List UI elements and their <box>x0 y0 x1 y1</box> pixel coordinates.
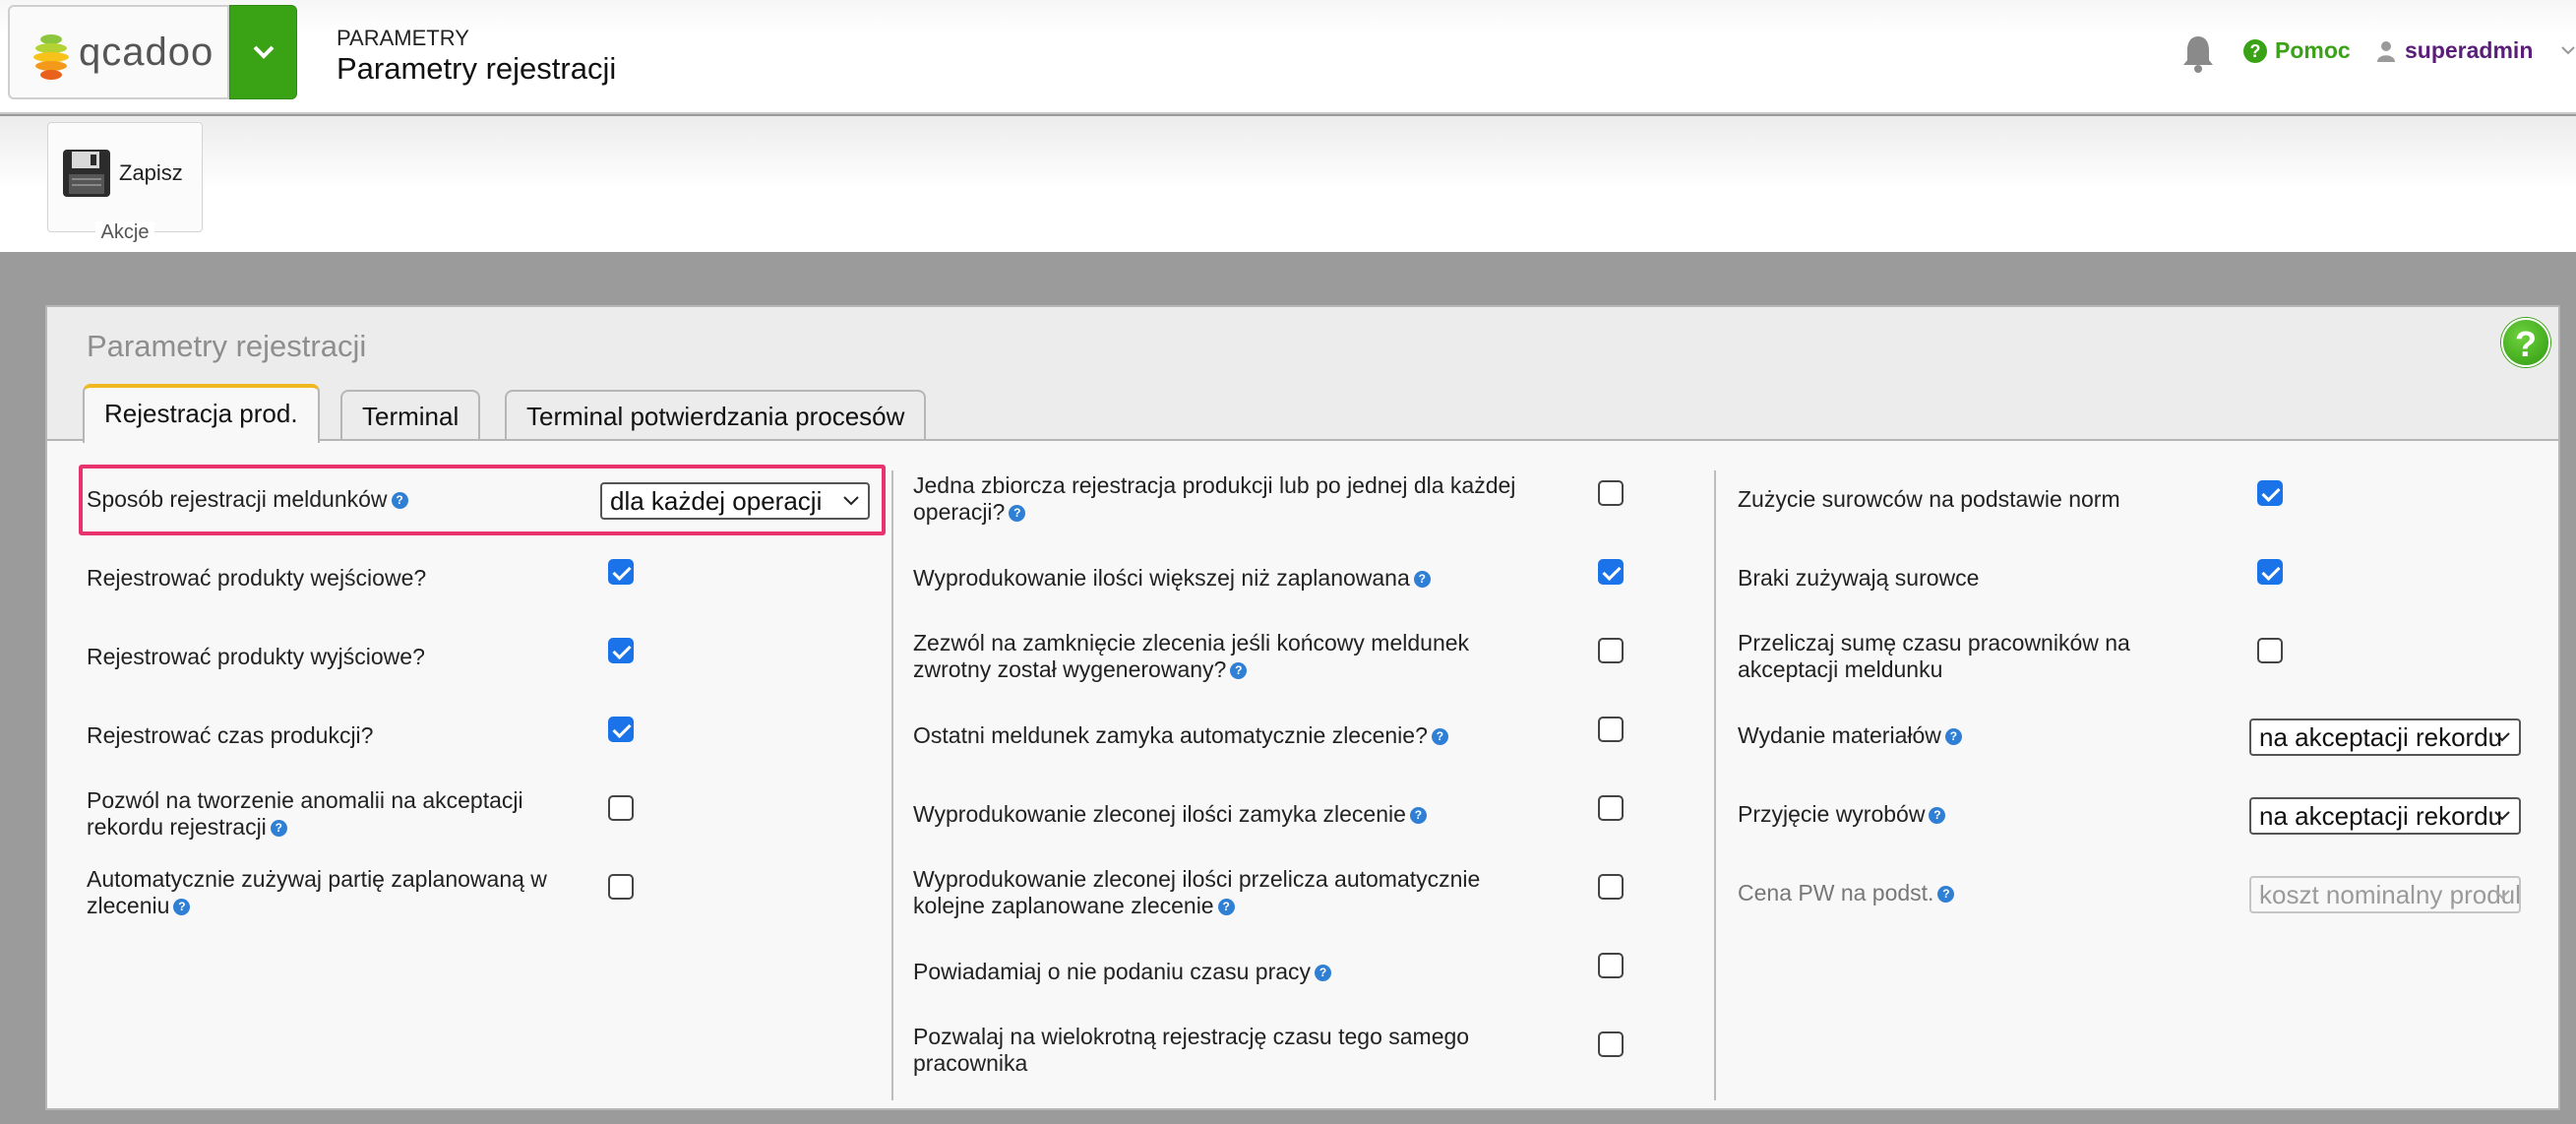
field-label: Jedna zbiorcza rejestracja produkcji lub… <box>913 472 1516 525</box>
chevron-down-icon <box>2494 732 2510 742</box>
help-icon[interactable]: ? <box>1413 571 1431 589</box>
field-label: Wyprodukowanie zleconej ilości zamyka zl… <box>913 801 1427 828</box>
tab-rejestracja-prod[interactable]: Rejestracja prod. <box>83 384 320 443</box>
allow-anomalies-checkbox[interactable] <box>608 795 634 821</box>
form-panel: Parametry rejestracji ? Rejestracja prod… <box>45 305 2560 1110</box>
logo[interactable]: qcadoo <box>8 5 229 99</box>
field-label: Rejestrować czas produkcji? <box>87 722 374 748</box>
floppy-disk-icon <box>63 150 110 197</box>
help-icon[interactable]: ? <box>1431 728 1448 746</box>
actions-group: Zapisz Akcje <box>47 122 203 243</box>
save-button[interactable]: Zapisz <box>62 149 183 198</box>
help-icon[interactable]: ? <box>173 899 191 916</box>
help-icon[interactable]: ? <box>1217 899 1235 916</box>
page-title: Parametry rejestracji <box>337 51 617 86</box>
field-label: Pozwól na tworzenie anomalii na akceptac… <box>87 787 523 840</box>
waste-consumes-materials-checkbox[interactable] <box>2257 559 2283 585</box>
chevron-down-icon <box>843 496 859 506</box>
breadcrumb-section: PARAMETRY <box>337 26 469 50</box>
material-issue-select[interactable]: na akceptacji rekordu <box>2249 718 2521 756</box>
auto-consume-batch-checkbox[interactable] <box>608 874 634 900</box>
column-divider <box>1714 470 1716 1100</box>
field-label: Zużycie surowców na podstawie norm <box>1738 486 2120 512</box>
help-icon[interactable]: ? <box>1009 505 1026 523</box>
field-label: Wyprodukowanie zleconej ilości przelicza… <box>913 866 1481 918</box>
chevron-down-icon <box>253 45 275 59</box>
chevron-down-icon <box>2494 811 2510 821</box>
user-menu[interactable]: superadmin <box>2377 37 2533 64</box>
field-label: Zezwól na zamknięcie zlecenia jeśli końc… <box>913 630 1470 682</box>
help-icon: ? <box>2243 38 2267 63</box>
user-name: superadmin <box>2405 37 2534 63</box>
qcadoo-logo-icon <box>33 34 69 80</box>
chevron-down-icon[interactable] <box>2561 45 2575 55</box>
recalculate-next-order-checkbox[interactable] <box>1598 874 1624 900</box>
field-label: Sposób rejestracji meldunków? <box>87 486 408 513</box>
field-label: Powiadamiaj o nie podaniu czasu pracy? <box>913 959 1332 985</box>
notify-missing-work-time-checkbox[interactable] <box>1598 953 1624 978</box>
single-registration-checkbox[interactable] <box>1598 480 1624 506</box>
main-menu-dropdown-button[interactable] <box>229 5 297 99</box>
registration-type-select[interactable]: dla każdej operacji <box>600 482 870 520</box>
logo-text: qcadoo <box>79 31 215 74</box>
field-label: Wydanie materiałów? <box>1738 722 1962 749</box>
help-icon[interactable]: ? <box>1944 728 1962 746</box>
user-icon <box>2377 40 2395 62</box>
help-icon[interactable]: ? <box>391 492 408 510</box>
chevron-down-icon <box>2494 890 2510 900</box>
last-record-closes-order-checkbox[interactable] <box>1598 717 1624 742</box>
price-basis-select: koszt nominalny produktu <box>2249 876 2521 913</box>
tab-terminal-potwierdzania[interactable]: Terminal potwierdzania procesów <box>505 390 927 441</box>
help-icon[interactable]: ? <box>1230 662 1248 680</box>
product-receipt-select[interactable]: na akceptacji rekordu <box>2249 797 2521 835</box>
field-label: Cena PW na podst.? <box>1738 880 1955 906</box>
field-label: Rejestrować produkty wejściowe? <box>87 565 427 591</box>
tab-content: Sposób rejestracji meldunków? dla każdej… <box>47 439 2558 1108</box>
register-production-time-checkbox[interactable] <box>608 717 634 742</box>
top-header: qcadoo PARAMETRY Parametry rejestracji ?… <box>0 0 2576 114</box>
field-label: Ostatni meldunek zamyka automatycznie zl… <box>913 722 1448 749</box>
multiple-time-registration-checkbox[interactable] <box>1598 1031 1624 1057</box>
field-label: Automatycznie zużywaj partię zaplanowaną… <box>87 866 547 918</box>
allow-close-order-checkbox[interactable] <box>1598 638 1624 663</box>
bell-icon[interactable] <box>2181 33 2215 73</box>
recalculate-worker-time-checkbox[interactable] <box>2257 638 2283 663</box>
help-link[interactable]: ? Pomoc <box>2243 37 2351 64</box>
help-icon[interactable]: ? <box>1937 886 1955 904</box>
overproduction-checkbox[interactable] <box>1598 559 1624 585</box>
column-divider <box>891 470 893 1100</box>
field-label: Pozwalaj na wielokrotną rejestrację czas… <box>913 1024 1470 1076</box>
help-icon[interactable]: ? <box>1929 807 1946 825</box>
field-label: Rejestrować produkty wyjściowe? <box>87 644 425 669</box>
help-icon[interactable]: ? <box>2501 318 2550 367</box>
field-label: Wyprodukowanie ilości większej niż zapla… <box>913 565 1431 592</box>
help-icon[interactable]: ? <box>270 820 287 838</box>
register-output-products-checkbox[interactable] <box>608 638 634 663</box>
save-label: Zapisz <box>119 160 183 185</box>
help-icon[interactable]: ? <box>1409 807 1427 825</box>
field-label: Przyjęcie wyrobów? <box>1738 801 1946 828</box>
help-label: Pomoc <box>2275 37 2351 63</box>
field-label: Przeliczaj sumę czasu pracowników na akc… <box>1738 630 2130 682</box>
consume-by-norms-checkbox[interactable] <box>2257 480 2283 506</box>
ordered-quantity-closes-order-checkbox[interactable] <box>1598 795 1624 821</box>
tab-terminal[interactable]: Terminal <box>340 390 481 441</box>
register-input-products-checkbox[interactable] <box>608 559 634 585</box>
help-icon[interactable]: ? <box>1315 965 1332 982</box>
group-label: Akcje <box>48 221 202 244</box>
field-label: Braki zużywają surowce <box>1738 565 1980 591</box>
panel-title: Parametry rejestracji <box>87 329 367 363</box>
ribbon-toolbar: Zapisz Akcje <box>0 116 2576 252</box>
